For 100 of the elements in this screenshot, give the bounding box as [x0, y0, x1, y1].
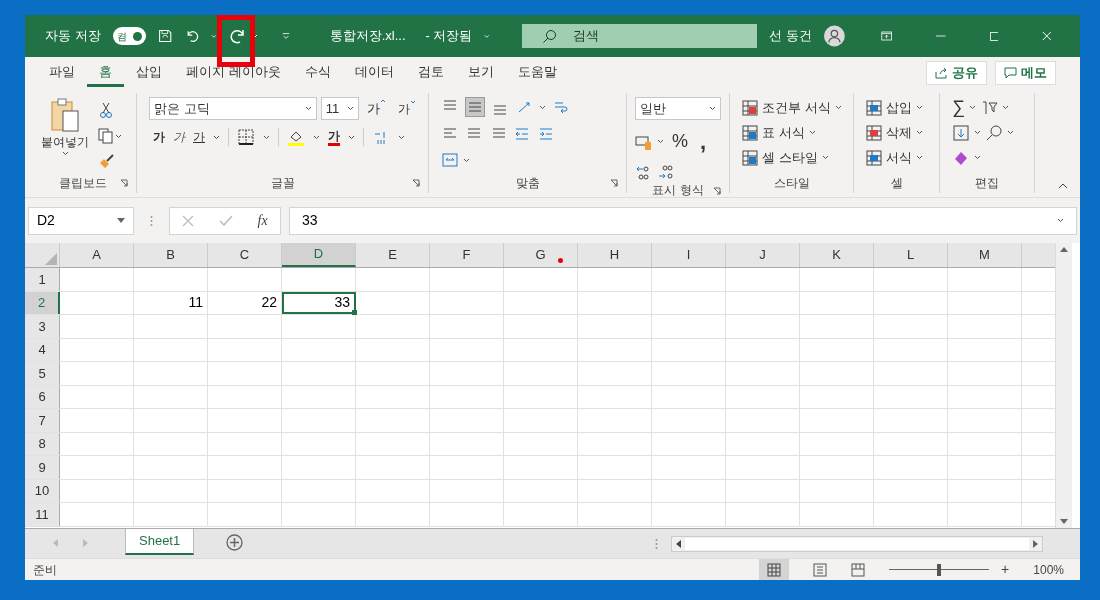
column-header[interactable]: I [652, 243, 726, 267]
row-header[interactable]: 1 [25, 268, 60, 291]
column-header[interactable]: K [800, 243, 874, 267]
number-format-dropdown[interactable]: 일반 [635, 97, 721, 120]
percent-button[interactable]: % [672, 128, 688, 155]
ribbon-display-icon[interactable] [880, 30, 892, 42]
bold-button[interactable]: 가 [153, 128, 165, 146]
column-header[interactable]: E [356, 243, 430, 267]
ribbon-tab[interactable]: 파일 [37, 59, 87, 87]
slider-thumb[interactable] [937, 563, 942, 576]
scroll-down-icon[interactable] [1060, 519, 1068, 524]
ribbon-tab[interactable]: 수식 [292, 59, 343, 87]
column-header[interactable]: D [282, 243, 356, 267]
column-header[interactable]: J [726, 243, 800, 267]
add-sheet-icon[interactable] [226, 534, 244, 551]
row-header[interactable]: 5 [25, 362, 60, 385]
column-header[interactable]: B [134, 243, 208, 267]
column-header[interactable]: F [430, 243, 504, 267]
customize-icon[interactable] [281, 32, 290, 40]
merge-cells-icon[interactable] [441, 151, 459, 169]
close-icon[interactable] [1042, 30, 1052, 42]
zoom-in-button[interactable]: + [1001, 559, 1010, 580]
user-name: 선 동건 [769, 27, 812, 46]
column-header[interactable]: M [948, 243, 1022, 267]
row-header[interactable]: 6 [25, 385, 60, 408]
search-field[interactable]: 검색 [522, 24, 758, 48]
page-break-icon[interactable] [851, 562, 866, 577]
column-header[interactable]: L [874, 243, 948, 267]
column-header[interactable]: H [578, 243, 652, 267]
ribbon-tab[interactable]: 검토 [405, 59, 456, 87]
sheet-tab[interactable]: Sheet1 [125, 529, 195, 555]
vertical-scrollbar[interactable] [1055, 243, 1072, 528]
copy-icon[interactable] [97, 127, 115, 145]
styles-menu-button[interactable]: 조건부 서식 [742, 97, 853, 118]
dialog-launcher-icon[interactable] [610, 179, 618, 187]
redo-icon[interactable] [228, 27, 247, 45]
underline-button[interactable]: 가 [193, 128, 205, 146]
cells-menu-button[interactable]: 서식 [866, 147, 939, 168]
column-header[interactable]: G [504, 243, 578, 267]
highlight-frame [216, 15, 255, 67]
table-cell[interactable]: 22 [208, 291, 282, 314]
insert-function-button[interactable]: fx [257, 210, 268, 231]
row-header[interactable]: 8 [25, 432, 60, 455]
dialog-launcher-icon[interactable] [713, 187, 721, 195]
group-label: 표시 형식 [652, 182, 704, 199]
row-header[interactable]: 10 [25, 479, 60, 502]
styles-menu-button[interactable]: 표 서식 [742, 122, 853, 143]
find-icon[interactable] [985, 123, 1003, 142]
scroll-right-icon[interactable] [1033, 540, 1039, 548]
clipboard-icon [49, 97, 81, 133]
horizontal-scrollbar[interactable] [671, 536, 1044, 552]
ribbon-tab[interactable]: 삽입 [124, 59, 174, 87]
cells-menu-button[interactable]: 삭제 [866, 122, 939, 143]
scroll-left-icon[interactable] [676, 540, 682, 548]
avatar-icon[interactable] [824, 23, 845, 49]
font-size-dropdown[interactable]: 11 [320, 97, 359, 120]
font-color-button[interactable]: 가 [328, 128, 340, 146]
row-header[interactable]: 4 [25, 338, 60, 361]
scroll-up-icon[interactable] [1060, 247, 1068, 252]
search-icon [542, 28, 558, 44]
ribbon-tab[interactable]: 페이지 레이아웃 [174, 59, 293, 87]
row-header[interactable]: 3 [25, 315, 60, 338]
caret-icon [313, 134, 320, 140]
ribbon-tab[interactable]: 보기 [455, 59, 506, 87]
row-header[interactable]: 11 [25, 503, 60, 526]
share-button[interactable]: 공유 [926, 61, 987, 85]
fill-down-icon[interactable] [952, 123, 970, 142]
dialog-launcher-icon[interactable] [120, 179, 128, 187]
table-cell[interactable]: 11 [134, 291, 208, 314]
styles-menu-button[interactable]: 셀 스타일 [742, 147, 853, 168]
caret-icon [115, 133, 122, 139]
column-header[interactable]: A [60, 243, 134, 267]
memo-button[interactable]: 메모 [995, 61, 1056, 85]
paste-button[interactable]: 붙여넣기 [41, 97, 89, 171]
autosave-toggle[interactable]: 켬 [112, 27, 147, 45]
save-icon[interactable] [158, 27, 173, 45]
name-box[interactable]: D2 [28, 206, 134, 235]
font-name-dropdown[interactable]: 맑은 고딕 [149, 97, 317, 120]
group-label: 스타일 [773, 175, 810, 192]
row-header[interactable]: 2 [25, 291, 60, 314]
collapse-ribbon-icon[interactable] [1058, 183, 1068, 189]
autosum-button[interactable]: ∑ [952, 94, 965, 121]
zoom-slider[interactable] [889, 563, 990, 576]
row-header[interactable]: 7 [25, 409, 60, 432]
decrease-font-button[interactable]: 가 [394, 99, 420, 118]
formula-input[interactable]: 33 [289, 206, 1077, 235]
decrease-decimal-icon[interactable] [657, 163, 675, 181]
row-header[interactable]: 9 [25, 456, 60, 479]
borders-icon[interactable] [237, 128, 255, 146]
normal-view-icon[interactable] [767, 562, 782, 577]
cells-menu-button[interactable]: 삽입 [866, 97, 939, 118]
ribbon-tab[interactable]: 데이터 [342, 59, 406, 87]
scissors-icon[interactable] [97, 101, 115, 119]
table-cell[interactable]: 33 [282, 291, 356, 314]
ribbon-tab[interactable]: 도움말 [505, 59, 569, 87]
dialog-launcher-icon[interactable] [412, 179, 420, 187]
increase-font-button[interactable]: 가 [363, 98, 390, 119]
page-layout-icon[interactable] [813, 562, 828, 577]
maximize-icon[interactable] [989, 30, 999, 42]
italic-button[interactable]: 가 [173, 128, 185, 146]
